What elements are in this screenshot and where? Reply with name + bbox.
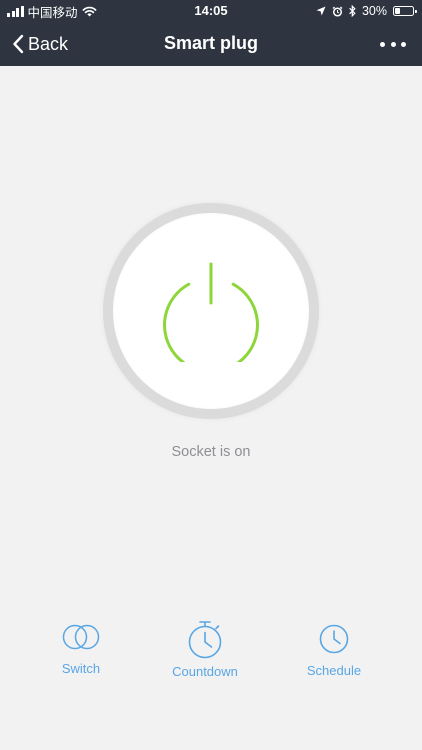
- schedule-button[interactable]: Schedule: [299, 623, 369, 678]
- location-arrow-icon: [316, 6, 326, 16]
- battery-level: [395, 8, 401, 14]
- top-bar: 中国移动 14:05 30% Back Smart plug: [0, 0, 422, 66]
- power-button-ring: [103, 203, 319, 419]
- bluetooth-icon: [349, 5, 356, 17]
- countdown-button[interactable]: Countdown: [166, 620, 244, 679]
- switch-button[interactable]: Switch: [51, 623, 111, 676]
- battery-icon: [393, 6, 417, 16]
- power-icon: [163, 262, 259, 362]
- alarm-icon: [332, 6, 343, 17]
- more-dot-icon: [390, 41, 396, 47]
- schedule-label: Schedule: [306, 663, 362, 678]
- clock-icon: [319, 624, 349, 654]
- page-title: Smart plug: [163, 33, 258, 53]
- power-toggle-button[interactable]: [113, 213, 309, 409]
- more-options-button[interactable]: [380, 35, 406, 53]
- battery-percent: 30%: [361, 4, 387, 18]
- status-bar: 中国移动 14:05 30%: [0, 0, 422, 22]
- countdown-label: Countdown: [172, 664, 238, 679]
- nav-bar: Back Smart plug: [0, 22, 422, 66]
- status-right: 30%: [316, 3, 417, 19]
- socket-status-text: Socket is on: [171, 444, 251, 460]
- switch-icon: [62, 624, 100, 650]
- more-dot-icon: [380, 41, 385, 47]
- more-dot-icon: [401, 41, 406, 47]
- switch-label: Switch: [61, 661, 101, 676]
- stopwatch-icon: [188, 621, 222, 659]
